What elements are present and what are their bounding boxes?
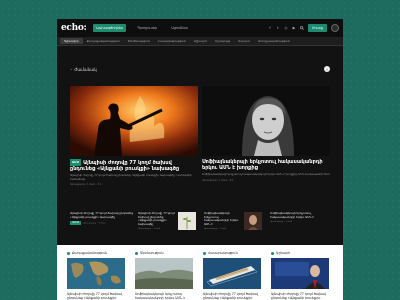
nav-item[interactable]: Առողջապահություն (254, 38, 294, 44)
search-icon[interactable] (300, 26, 304, 30)
fire-image (70, 86, 198, 156)
category-tag: ԱԼԻՔ (70, 159, 82, 166)
featured-card[interactable]: ԱԼԻՔ Այնպիսի ժողովը 77 կողմ ծախսվ ընդունե… (70, 86, 198, 186)
portrait-thumbnail (244, 212, 262, 230)
top-tab-3[interactable]: Ալբոմներ (168, 24, 190, 32)
login-button[interactable]: Մուտք (307, 24, 327, 32)
featured-card[interactable]: Սոֆիայնակերպի երկչոտուլ հակասականրդի երկ… (202, 86, 330, 182)
bullet-icon (271, 251, 274, 255)
featured-title: Սոֆիայնակերպի երկչոտուլ հակասականրդի երկ… (202, 159, 323, 171)
top-bar: echo: Նախագծողներ Պրոդյուսեր Ալբոմներ f … (57, 19, 343, 37)
nav-item[interactable]: Քաղաքականություն (83, 38, 124, 44)
category-column[interactable]: Քաղաքականություն Այնպիսի ժողովը 77 կողմ … (67, 249, 125, 300)
nav-item[interactable]: Սպորտ (234, 38, 254, 44)
nav-item[interactable]: Մշակույթ (211, 38, 234, 44)
news-meta: Արտակարգ • 1 ժամ (204, 227, 227, 230)
bullet-icon (67, 251, 70, 255)
news-item[interactable]: Սոֆիայնակերպի երկչոտուլ հակասականրդի երկ… (270, 211, 330, 232)
nav-item[interactable]: Աշխարհ (190, 38, 211, 44)
column-heading: Տնտեսություն (140, 251, 164, 255)
category-nav: Գլխավոր Քաղաքականություն Տնտեսություն Հա… (57, 37, 343, 46)
featured-title: Այնպիսի ժողովը 77 կողմ ծախսվ ընդունեց «Ա… (70, 160, 180, 172)
facebook-icon[interactable]: f (268, 26, 272, 30)
column-heading: Քաղաքականություն (72, 251, 107, 255)
column-article-title: Սոֆիայնակերպի երկչոտուլ հակասականրդի երկ… (135, 292, 186, 300)
landscape-image (135, 258, 193, 289)
news-item[interactable]: Այնպիսի ժողովը 77 կողմ ծախսվ ընդունեց «Ա… (138, 211, 198, 232)
bullet-icon: • (70, 66, 73, 72)
twitter-icon[interactable]: t (276, 26, 280, 30)
news-title: Սոֆիայնակերպի երկչոտուլ հակասականրդի երկ… (270, 211, 314, 219)
politician-image (271, 258, 329, 289)
column-heading: Հասարակություն (208, 251, 238, 255)
section-title: Ժամանակ (74, 66, 97, 72)
featured-excerpt: Սոֆիայնակերպի երկչոտուլ հակասականրդի երկ… (202, 172, 330, 176)
top-tab-1[interactable]: Նախագծողներ (92, 24, 127, 32)
column-article-title: Այնպիսի ժողովը 77 կողմ ծախսվ ընդունեց «Ա… (203, 292, 259, 300)
map-image (67, 258, 125, 289)
news-meta: Արտակարգ • 1 ժամ (138, 227, 161, 230)
column-article-title: Այնպիսի ժողովը 77 կողմ ծախսվ ընդունեց «Ա… (271, 292, 327, 300)
featured-meta: Արտակարգ • 1 ժամ • ⚑ 1 (202, 178, 234, 182)
next-arrow-icon[interactable]: › (324, 66, 330, 72)
youtube-icon[interactable]: ▶ (292, 26, 296, 30)
column-article-title: Այնպիսի ժողովը 77 կողմ ծախսվ ընդունեց «Ա… (67, 292, 123, 300)
news-title: Այնպիսի ժողովը 77 կողմ ծախսվ ընդունեց «Ա… (138, 211, 175, 226)
featured-meta: Արտակարգ • 1 ժամ • ⚑ 1 (70, 183, 102, 187)
category-columns-section: Քաղաքականություն Այնպիսի ժողովը 77 կողմ … (57, 245, 343, 300)
portrait-image (202, 86, 330, 156)
featured-excerpt: Այնպիսի ժողովը 77 կողմ ծախսվ ընդունեց «Ա… (70, 173, 192, 181)
nav-item-home[interactable]: Գլխավոր (60, 38, 83, 44)
news-meta: Արտակարգ • 1 ժամ (270, 220, 293, 223)
top-tab-2[interactable]: Պրոդյուսեր (134, 24, 160, 32)
section-header: • Ժամանակ › (70, 65, 330, 73)
site-logo[interactable]: echo: (61, 23, 87, 33)
avatar[interactable] (331, 24, 339, 32)
bullet-icon (135, 251, 138, 255)
column-heading: Աշխարհ (276, 251, 291, 255)
small-news-row: Այնպիսի ժողովը 77 կողմ ծախսվ ընդունեց «Ա… (70, 211, 330, 232)
website-frame: echo: Նախագծողներ Պրոդյուսեր Ալբոմներ f … (57, 19, 343, 300)
ship-image (203, 258, 261, 289)
top-bar-right: f t ◎ ▶ Մուտք (268, 24, 339, 32)
category-column[interactable]: Հասարակություն Այնպիսի ժողովը 77 կողմ ծա… (203, 249, 261, 300)
plant-thumbnail (178, 212, 196, 230)
news-title: Այնպիսի ժողովը 77 կողմ ծախսվ ընդունեց «Ա… (70, 211, 133, 219)
nav-item[interactable]: Տնտեսություն (124, 38, 154, 44)
category-column[interactable]: Աշխարհ Այնպիսի ժողովը 77 կողմ ծախսվ ընդո… (271, 249, 329, 300)
featured-section: • Ժամանակ › ԱԼԻՔ Այնպիսի ժողովը 77 կողմ … (70, 65, 330, 186)
nav-item[interactable]: Հասարակություն (154, 38, 190, 44)
news-item[interactable]: Սոֆիայնակերպի երկչոտուլ հակասականրդի երկ… (204, 211, 264, 232)
category-column[interactable]: Տնտեսություն Սոֆիայնակերպի երկչոտուլ հակ… (135, 249, 193, 300)
category-tag: ԱԼԻՔ (70, 220, 82, 225)
bullet-icon (203, 251, 206, 255)
instagram-icon[interactable]: ◎ (284, 26, 288, 30)
news-meta: Արտակարգ • 1 ժամ (83, 222, 106, 225)
news-title: Սոֆիայնակերպի երկչոտուլ հակասականրդի երկ… (204, 211, 239, 226)
